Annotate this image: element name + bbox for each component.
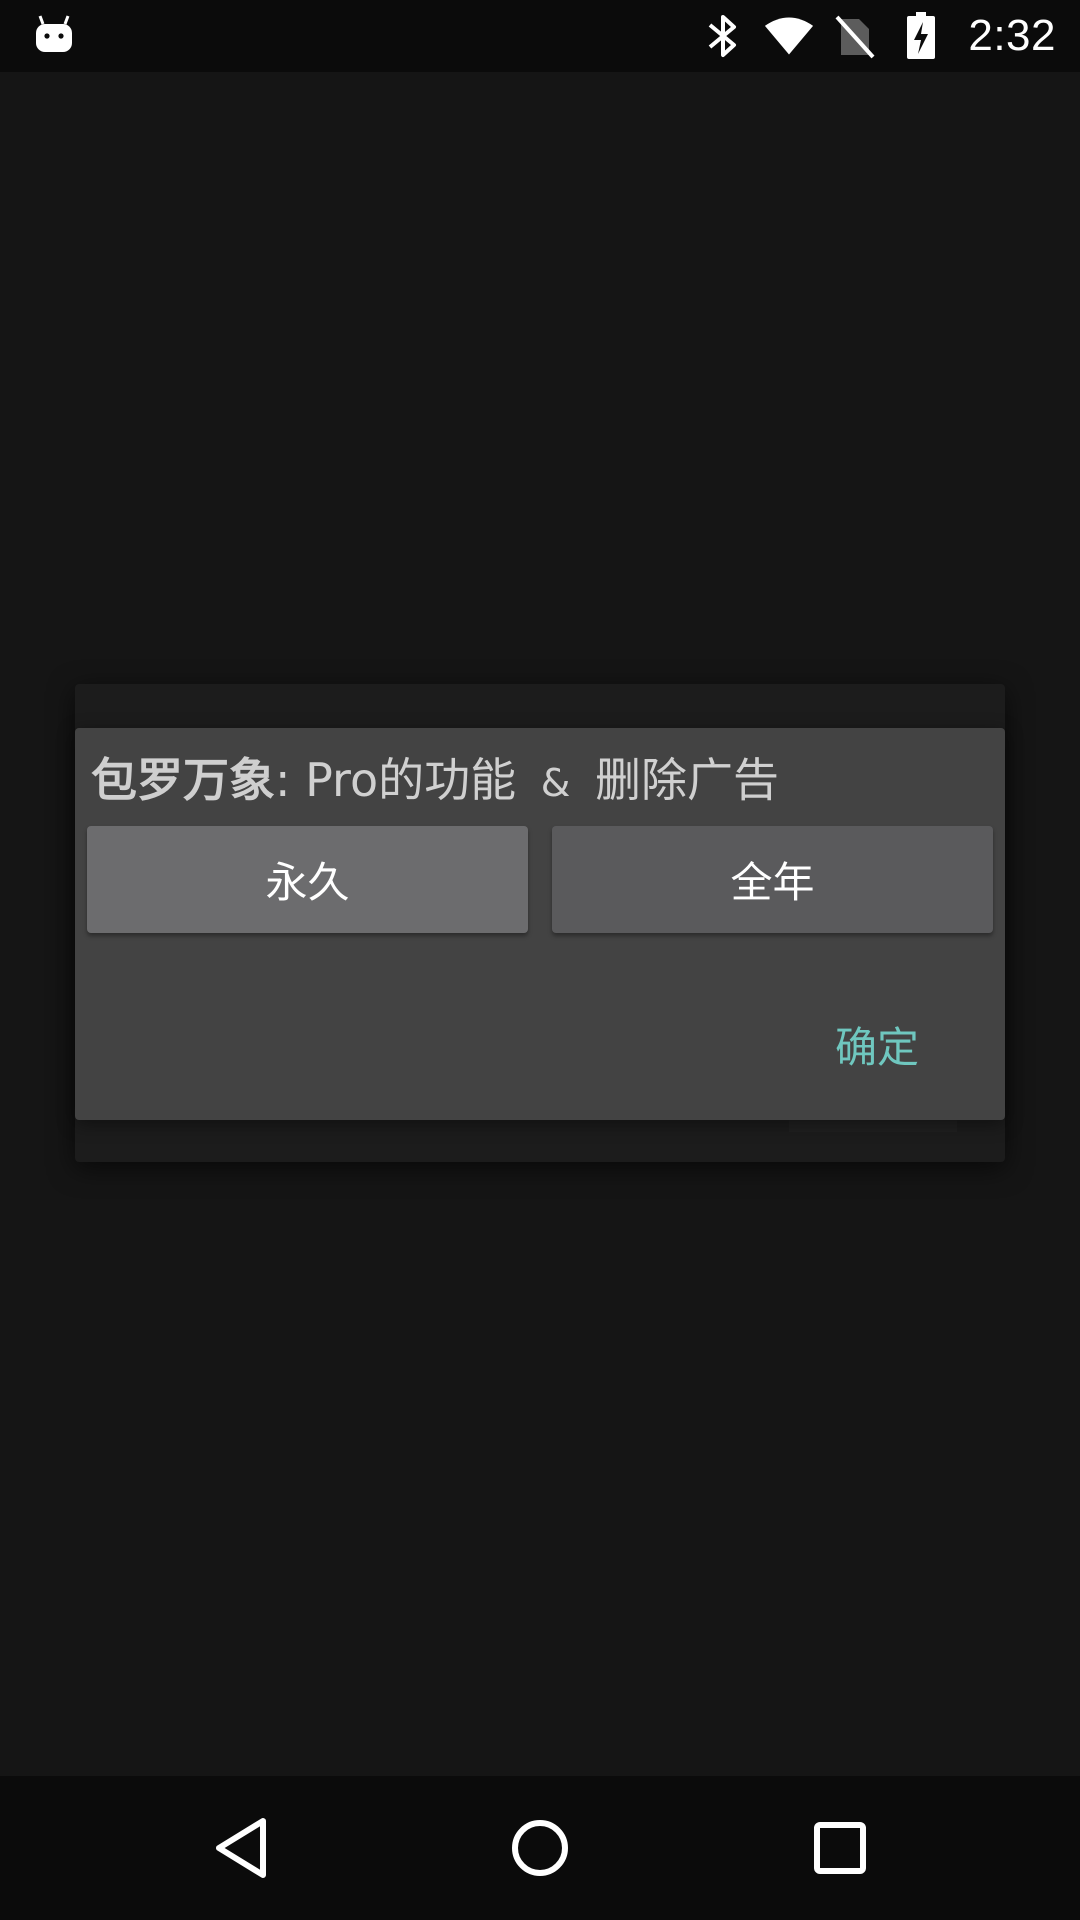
yearly-option-button[interactable]: 全年 bbox=[552, 826, 993, 933]
confirm-button[interactable]: 确定 bbox=[819, 1006, 935, 1083]
bluetooth-icon bbox=[698, 11, 748, 61]
battery-charging-icon bbox=[896, 11, 946, 61]
wifi-icon bbox=[764, 11, 814, 61]
title-ampersand: & bbox=[540, 761, 571, 805]
dialog-title: 包罗万象: Pro的功能 & 删除广告 bbox=[91, 748, 991, 815]
purchase-dialog: 包罗万象: Pro的功能 & 删除广告 永久 全年 确定 bbox=[75, 728, 1005, 1120]
no-sim-icon bbox=[830, 11, 880, 61]
forever-option-button[interactable]: 永久 bbox=[87, 826, 528, 933]
android-icon bbox=[34, 14, 74, 54]
clock: 2:32 bbox=[968, 11, 1056, 60]
status-icons: 2:32 bbox=[698, 0, 1080, 72]
status-bar: 2:32 bbox=[0, 0, 1080, 72]
title-text-end: 删除广告 bbox=[595, 753, 779, 807]
screen: 2:32 包罗万象: Pro的功能 & 删除广告 永久 全年 确定 bbox=[0, 0, 1080, 1920]
home-icon[interactable] bbox=[490, 1798, 590, 1898]
navigation-bar bbox=[0, 1776, 1080, 1920]
app-name: 包罗万象 bbox=[91, 753, 275, 807]
back-icon[interactable] bbox=[191, 1798, 291, 1898]
recents-icon[interactable] bbox=[790, 1798, 890, 1898]
title-text: : Pro的功能 bbox=[275, 753, 517, 807]
